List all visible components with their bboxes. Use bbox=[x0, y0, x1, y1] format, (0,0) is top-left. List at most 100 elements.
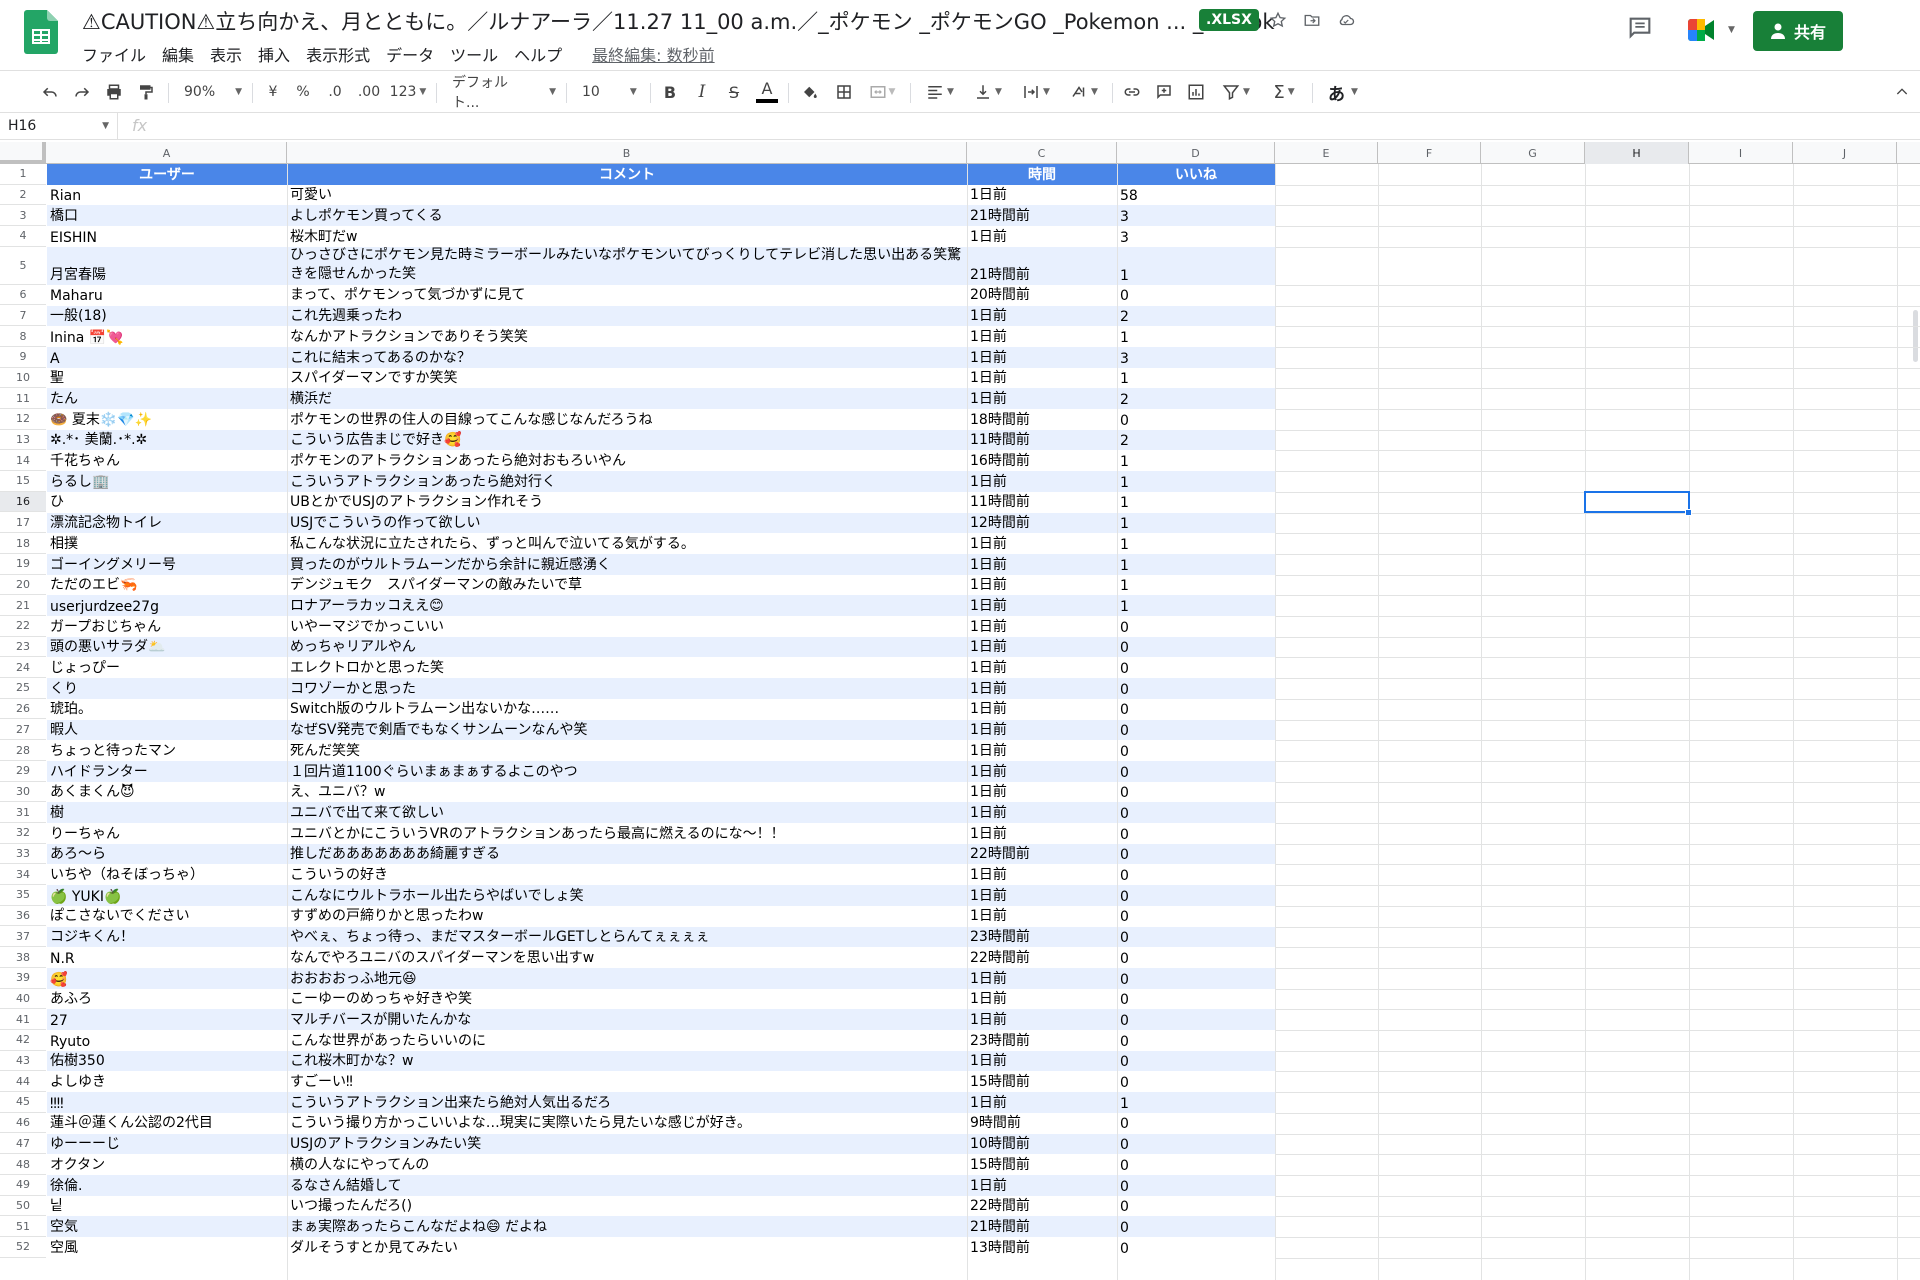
row-header[interactable]: 2 bbox=[0, 185, 46, 206]
row-header[interactable]: 18 bbox=[0, 533, 46, 554]
menu-insert[interactable]: 挿入 bbox=[258, 40, 300, 68]
horizontal-align-button[interactable]: ▼ bbox=[920, 79, 960, 105]
row-header[interactable]: 16 bbox=[0, 491, 46, 513]
last-edit-link[interactable]: 最終編集: 数秒前 bbox=[592, 40, 724, 68]
user-cell[interactable]: 🍏 YUKI🍏 bbox=[47, 885, 287, 906]
comment-cell[interactable]: ポケモンのアトラクションあったら絶対おもろいやん bbox=[287, 450, 967, 471]
user-cell[interactable]: 橋口 bbox=[47, 205, 287, 226]
time-cell[interactable]: 1日前 bbox=[967, 740, 1117, 761]
likes-cell[interactable]: 0 bbox=[1117, 844, 1275, 865]
time-cell[interactable]: 15時間前 bbox=[967, 1154, 1117, 1175]
likes-cell[interactable]: 0 bbox=[1117, 699, 1275, 720]
row-header[interactable]: 15 bbox=[0, 471, 46, 492]
user-cell[interactable]: A bbox=[47, 347, 287, 368]
user-cell[interactable]: 蓮斗＠蓮くん公認の2代目 bbox=[47, 1113, 287, 1134]
row-header[interactable]: 13 bbox=[0, 430, 46, 451]
user-cell[interactable]: 聖 bbox=[47, 368, 287, 389]
column-header[interactable]: I bbox=[1689, 142, 1793, 164]
comment-cell[interactable]: なんかアトラクションでありそう笑笑 bbox=[287, 326, 967, 347]
likes-cell[interactable]: 0 bbox=[1117, 885, 1275, 906]
likes-cell[interactable]: 0 bbox=[1117, 1134, 1275, 1155]
row-header[interactable]: 41 bbox=[0, 1009, 46, 1030]
column-header[interactable]: C bbox=[967, 142, 1117, 164]
row-header[interactable]: 51 bbox=[0, 1216, 46, 1237]
likes-cell[interactable]: 0 bbox=[1117, 864, 1275, 885]
row-header[interactable]: 24 bbox=[0, 657, 46, 679]
user-cell[interactable]: userjurdzee27g bbox=[47, 595, 287, 616]
comment-cell[interactable]: UBとかでUSJのアトラクション作れそう bbox=[287, 492, 967, 513]
time-cell[interactable]: 1日前 bbox=[967, 699, 1117, 720]
comment-cell[interactable]: ダルそうすとか見てみたい bbox=[287, 1237, 967, 1258]
time-cell[interactable]: 21時間前 bbox=[967, 1216, 1117, 1237]
time-cell[interactable]: 1日前 bbox=[967, 906, 1117, 927]
functions-button[interactable]: Σ ▼ bbox=[1264, 79, 1304, 105]
likes-cell[interactable]: 0 bbox=[1117, 1051, 1275, 1072]
time-cell[interactable]: 18時間前 bbox=[967, 409, 1117, 430]
time-cell[interactable]: 1日前 bbox=[967, 575, 1117, 596]
row-header[interactable]: 20 bbox=[0, 575, 46, 596]
formula-input[interactable] bbox=[166, 117, 1866, 137]
likes-cell[interactable]: 1 bbox=[1117, 492, 1275, 513]
fill-color-button[interactable] bbox=[798, 79, 822, 105]
comment-cell[interactable]: いやーマジでかっこいい bbox=[287, 616, 967, 637]
column-title[interactable]: いいね bbox=[1117, 164, 1275, 185]
likes-cell[interactable]: 0 bbox=[1117, 1216, 1275, 1237]
likes-cell[interactable]: 0 bbox=[1117, 1009, 1275, 1030]
comment-cell[interactable]: こういう広告まじで好き🥰 bbox=[287, 430, 967, 451]
paint-format-button[interactable] bbox=[134, 79, 158, 105]
user-cell[interactable]: 千花ちゃん bbox=[47, 450, 287, 471]
time-cell[interactable]: 20時間前 bbox=[967, 285, 1117, 306]
likes-cell[interactable]: 0 bbox=[1117, 678, 1275, 699]
time-cell[interactable]: 1日前 bbox=[967, 720, 1117, 741]
user-cell[interactable]: くり bbox=[47, 678, 287, 699]
likes-cell[interactable]: 0 bbox=[1117, 947, 1275, 968]
user-cell[interactable]: ゆーーーじ bbox=[47, 1134, 287, 1155]
time-cell[interactable]: 1日前 bbox=[967, 306, 1117, 327]
comment-cell[interactable]: 私こんな状況に立たされたら、ずっと叫んで泣いてる気がする。 bbox=[287, 533, 967, 554]
likes-cell[interactable]: 3 bbox=[1117, 347, 1275, 368]
sheets-logo-icon[interactable] bbox=[24, 10, 58, 54]
comment-cell[interactable]: いつ撮ったんだろ() bbox=[287, 1196, 967, 1217]
likes-cell[interactable]: 1 bbox=[1117, 554, 1275, 575]
menu-view[interactable]: 表示 bbox=[210, 40, 252, 68]
document-title[interactable]: ⚠CAUTION⚠立ち向かえ、月とともに。／ルナアーラ／11.27 11_00 … bbox=[82, 6, 1275, 36]
row-header[interactable]: 35 bbox=[0, 885, 46, 906]
likes-cell[interactable]: 0 bbox=[1117, 906, 1275, 927]
print-button[interactable] bbox=[102, 79, 126, 105]
comment-cell[interactable]: よしポケモン買ってくる bbox=[287, 205, 967, 226]
row-header[interactable]: 28 bbox=[0, 740, 46, 761]
row-header[interactable]: 21 bbox=[0, 595, 46, 616]
comment-cell[interactable]: Switch版のウルトラムーン出ないかな…… bbox=[287, 699, 967, 720]
user-cell[interactable]: ただのエビ🦐 bbox=[47, 575, 287, 596]
user-cell[interactable]: 닡 bbox=[47, 1196, 287, 1217]
time-cell[interactable]: 1日前 bbox=[967, 637, 1117, 658]
comment-cell[interactable]: こういう撮り方かっこいいよな…現実に実際いたら見たいな感じが好き。 bbox=[287, 1113, 967, 1134]
insert-link-button[interactable] bbox=[1120, 79, 1144, 105]
row-header[interactable]: 33 bbox=[0, 844, 46, 865]
comment-cell[interactable]: 推しだあああああああ綺麗すぎる bbox=[287, 844, 967, 865]
row-header[interactable]: 5 bbox=[0, 247, 46, 285]
percent-format-button[interactable]: % bbox=[292, 79, 314, 105]
comment-cell[interactable]: すずめの戸締りかと思ったわw bbox=[287, 906, 967, 927]
comment-cell[interactable]: やべぇ、ちょっ待っ、まだマスターボールGETしとらんてぇぇぇぇ bbox=[287, 927, 967, 948]
time-cell[interactable]: 1日前 bbox=[967, 616, 1117, 637]
selected-cell[interactable] bbox=[1584, 490, 1690, 514]
likes-cell[interactable]: 1 bbox=[1117, 1092, 1275, 1113]
time-cell[interactable]: 21時間前 bbox=[967, 205, 1117, 226]
star-icon[interactable] bbox=[1266, 8, 1290, 32]
time-cell[interactable]: 12時間前 bbox=[967, 513, 1117, 534]
likes-cell[interactable]: 1 bbox=[1117, 368, 1275, 389]
row-header[interactable]: 37 bbox=[0, 927, 46, 948]
comment-cell[interactable]: USJのアトラクションみたい笑 bbox=[287, 1134, 967, 1155]
row-header[interactable]: 8 bbox=[0, 326, 46, 347]
time-cell[interactable]: 10時間前 bbox=[967, 1134, 1117, 1155]
user-cell[interactable]: オクタン bbox=[47, 1154, 287, 1175]
time-cell[interactable]: 1日前 bbox=[967, 968, 1117, 989]
likes-cell[interactable]: 0 bbox=[1117, 1030, 1275, 1051]
user-cell[interactable]: Inina 📅💘 bbox=[47, 326, 287, 347]
user-cell[interactable]: EISHIN bbox=[47, 226, 287, 247]
time-cell[interactable]: 1日前 bbox=[967, 885, 1117, 906]
comment-cell[interactable]: 買ったのがウルトラムーンだから余計に親近感湧く bbox=[287, 554, 967, 575]
user-cell[interactable]: 🥰 bbox=[47, 968, 287, 989]
user-cell[interactable]: あろ〜ら bbox=[47, 844, 287, 865]
